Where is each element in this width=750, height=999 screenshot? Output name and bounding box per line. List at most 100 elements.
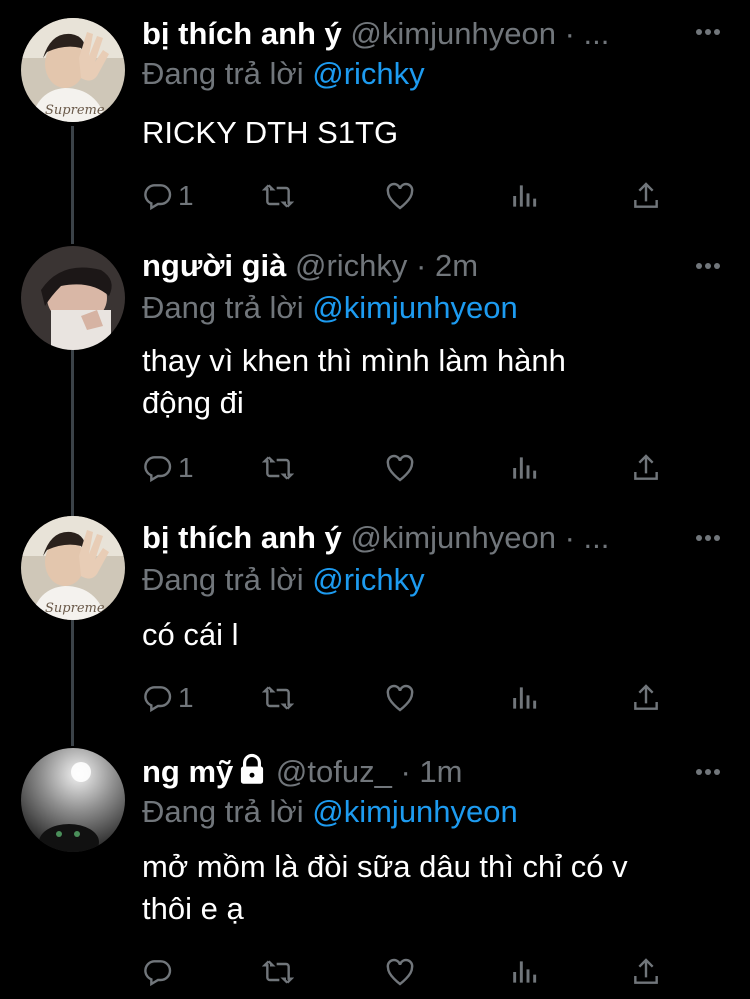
avatar[interactable]	[21, 246, 125, 350]
analytics-button[interactable]	[508, 448, 540, 488]
display-name[interactable]: bị thích anh ý	[142, 520, 342, 555]
analytics-icon	[513, 961, 537, 983]
handle[interactable]: @richky	[295, 248, 407, 283]
svg-text:Supreme: Supreme	[45, 601, 105, 616]
reply-button[interactable]: 1	[142, 678, 194, 718]
display-name[interactable]: bị thích anh ý	[142, 16, 342, 51]
replying-label: Đang trả lời	[142, 562, 304, 597]
tweet-text: có cái l	[142, 614, 238, 656]
reply-icon	[144, 686, 172, 713]
like-icon	[386, 684, 414, 712]
handle[interactable]: @tofuz_	[276, 754, 392, 789]
action-bar: 1	[142, 678, 732, 718]
timestamp: · 2m	[416, 248, 479, 283]
tweet-header: ng mỹ @tofuz_ · 1m	[142, 752, 462, 792]
avatar[interactable]	[21, 748, 125, 852]
tweet-text-line: thôi e ạ	[142, 891, 244, 926]
avatar[interactable]: Supreme	[21, 18, 125, 122]
retweet-button[interactable]	[262, 952, 294, 992]
reply-icon	[144, 456, 172, 483]
reply-icon	[144, 960, 172, 987]
analytics-button[interactable]	[508, 678, 540, 718]
tweet-text: thay vì khen thì mình làm hành động đi	[142, 340, 566, 424]
action-bar	[142, 952, 732, 992]
retweet-button[interactable]	[262, 678, 294, 718]
like-icon	[386, 958, 414, 986]
tweet-text-line: thay vì khen thì mình làm hành	[142, 343, 566, 378]
action-bar: 1	[142, 448, 732, 488]
action-bar: 1	[142, 176, 732, 216]
tweet[interactable]: người già @richky · 2m Đang trả lời @kim…	[0, 230, 750, 500]
retweet-button[interactable]	[262, 176, 294, 216]
analytics-icon	[513, 687, 537, 709]
handle[interactable]: @kimjunhyeon	[350, 520, 556, 555]
share-icon	[634, 182, 658, 208]
replying-label: Đang trả lời	[142, 794, 304, 829]
replying-to: Đang trả lời @kimjunhyeon	[142, 792, 518, 832]
share-button[interactable]	[630, 678, 662, 718]
tweet-text-line: có cái l	[142, 617, 239, 652]
reply-button[interactable]: 1	[142, 448, 194, 488]
reply-button[interactable]	[142, 952, 178, 992]
like-icon	[386, 182, 414, 210]
mention-link[interactable]: @richky	[312, 562, 424, 597]
tweet-text: RICKY DTH S1TG	[142, 112, 398, 154]
tweet-header: người già @richky · 2m	[142, 246, 478, 286]
mention-link[interactable]: @kimjunhyeon	[312, 290, 518, 325]
analytics-button[interactable]	[508, 176, 540, 216]
retweet-icon	[262, 456, 294, 480]
replying-to: Đang trả lời @kimjunhyeon	[142, 288, 518, 328]
lock-icon	[241, 753, 264, 784]
timestamp: · 1m	[400, 754, 463, 789]
share-icon	[634, 684, 658, 710]
tweet-text-line: mở mồm là đòi sữa dâu thì chỉ có v	[142, 849, 628, 884]
tweet-header: bị thích anh ý @kimjunhyeon · ...	[142, 14, 609, 54]
replying-label: Đang trả lời	[142, 290, 304, 325]
share-button[interactable]	[630, 448, 662, 488]
like-button[interactable]	[384, 952, 416, 992]
share-button[interactable]	[630, 176, 662, 216]
replying-label: Đang trả lời	[142, 56, 304, 91]
display-name[interactable]: ng mỹ	[142, 754, 233, 789]
like-button[interactable]	[384, 176, 416, 216]
analytics-icon	[513, 457, 537, 479]
like-icon	[386, 454, 414, 482]
reply-count: 1	[178, 452, 194, 483]
avatar[interactable]: Supreme	[21, 516, 125, 620]
tweet[interactable]: Supreme bị thích anh ý @kimjunhyeon · ..…	[0, 0, 750, 235]
more-icon[interactable]	[694, 22, 722, 42]
reply-icon	[144, 184, 172, 211]
tweet-header: bị thích anh ý @kimjunhyeon · ...	[142, 518, 609, 558]
more-icon[interactable]	[694, 762, 722, 782]
svg-text:Supreme: Supreme	[45, 103, 105, 118]
more-icon[interactable]	[694, 256, 722, 276]
retweet-icon	[262, 184, 294, 208]
analytics-icon	[513, 185, 537, 207]
retweet-icon	[262, 960, 294, 984]
retweet-button[interactable]	[262, 448, 294, 488]
handle[interactable]: @kimjunhyeon	[350, 16, 556, 51]
tweet[interactable]: ng mỹ @tofuz_ · 1m Đang trả lời @kimjunh…	[0, 730, 750, 999]
timestamp: · ...	[564, 520, 610, 555]
tweet[interactable]: Supreme bị thích anh ý @kimjunhyeon · ..…	[0, 500, 750, 735]
retweet-icon	[262, 686, 294, 710]
share-icon	[634, 454, 658, 480]
analytics-button[interactable]	[508, 952, 540, 992]
reply-count: 1	[178, 180, 194, 211]
tweet-text-line: động đi	[142, 385, 244, 420]
like-button[interactable]	[384, 678, 416, 718]
timestamp: · ...	[564, 16, 610, 51]
replying-to: Đang trả lời @richky	[142, 560, 425, 600]
mention-link[interactable]: @richky	[312, 56, 424, 91]
display-name[interactable]: người già	[142, 248, 286, 283]
mention-link[interactable]: @kimjunhyeon	[312, 794, 518, 829]
reply-count: 1	[178, 682, 194, 713]
share-button[interactable]	[630, 952, 662, 992]
replying-to: Đang trả lời @richky	[142, 54, 425, 94]
more-icon[interactable]	[694, 528, 722, 548]
tweet-text: mở mồm là đòi sữa dâu thì chỉ có v thôi …	[142, 846, 628, 930]
share-icon	[634, 958, 658, 984]
like-button[interactable]	[384, 448, 416, 488]
reply-button[interactable]: 1	[142, 176, 194, 216]
tweet-text-line: RICKY DTH S1TG	[142, 115, 399, 150]
